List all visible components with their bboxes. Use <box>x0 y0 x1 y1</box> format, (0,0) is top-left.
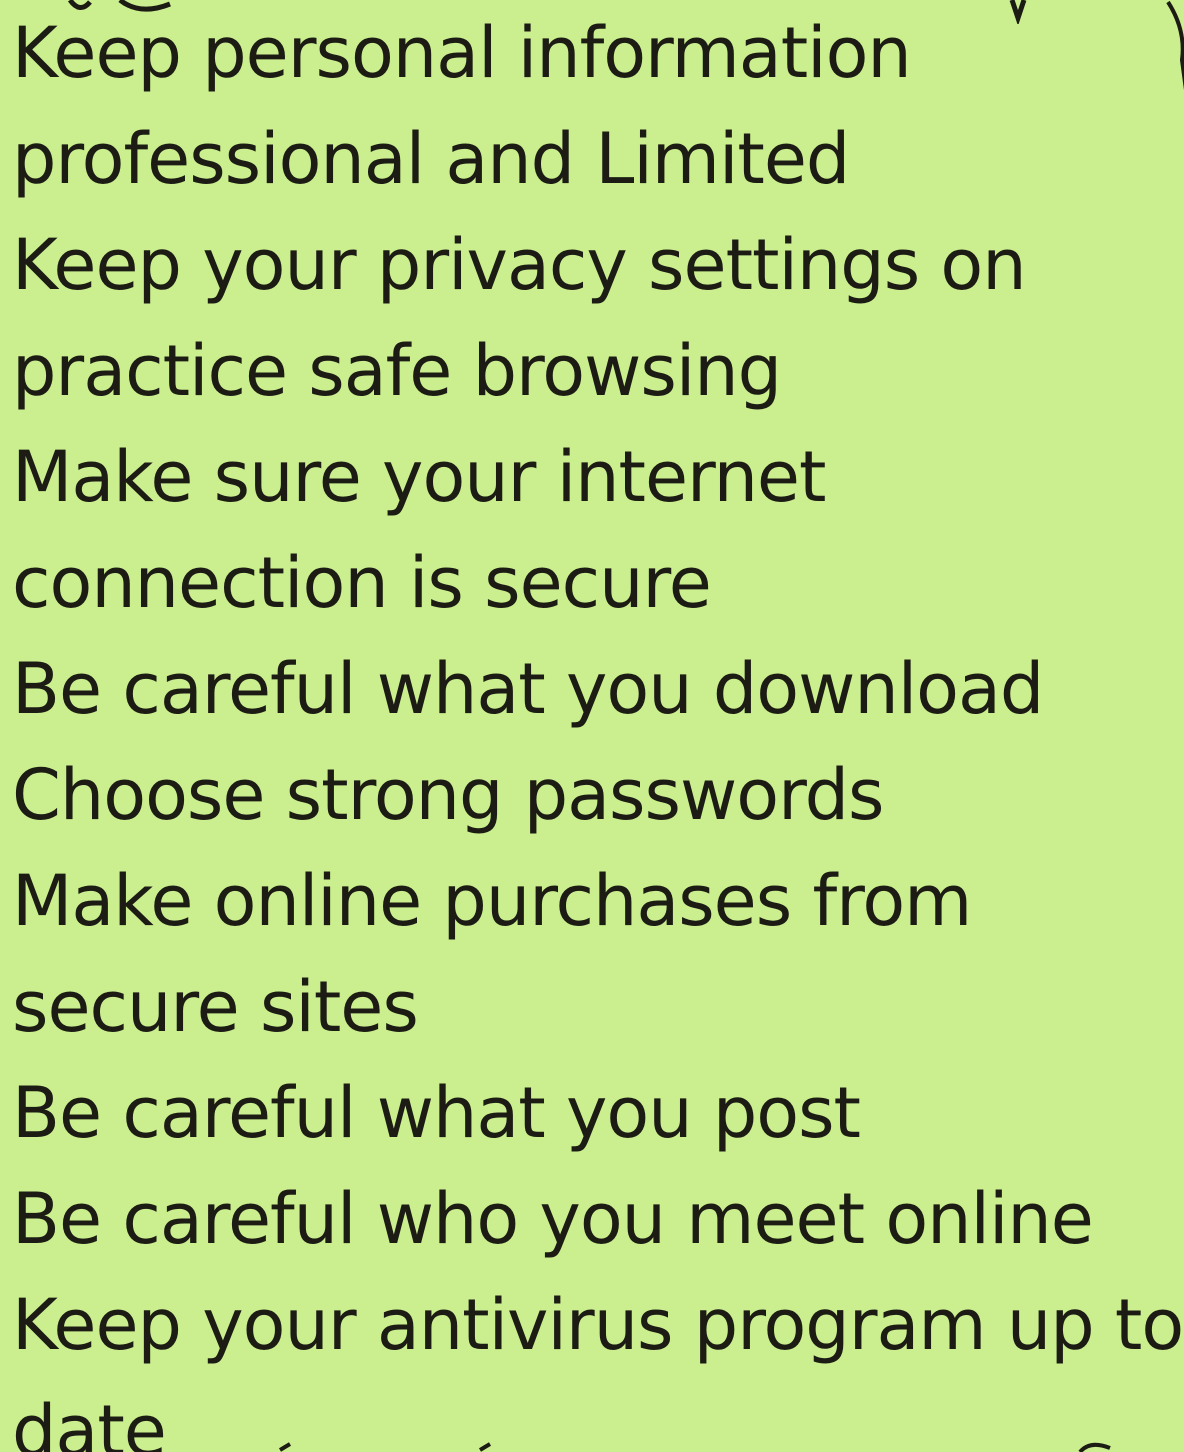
tip-line: secure sites <box>12 966 419 1048</box>
tip-line: Keep your antivirus program up to <box>12 1284 1184 1366</box>
tip-line: date <box>12 1390 167 1452</box>
tip-line: Keep your privacy settings on <box>12 224 1027 306</box>
tip-line: practice safe browsing <box>12 330 782 412</box>
tip-line: professional and Limited <box>12 118 850 200</box>
tips-sheet: Keep personal information professional a… <box>0 0 1184 1452</box>
tip-line: Choose strong passwords <box>12 754 885 836</box>
tip-line: Make sure your internet <box>12 436 826 518</box>
tip-line: Keep personal information <box>12 12 912 94</box>
tip-line: Be careful who you meet online <box>12 1178 1094 1260</box>
tip-line: Be careful what you post <box>12 1072 861 1154</box>
tip-line: Be careful what you download <box>12 648 1044 730</box>
tip-line: connection is secure <box>12 542 712 624</box>
safety-tips-list: Keep personal information professional a… <box>12 0 1184 1452</box>
tip-line: Make online purchases from <box>12 860 972 942</box>
